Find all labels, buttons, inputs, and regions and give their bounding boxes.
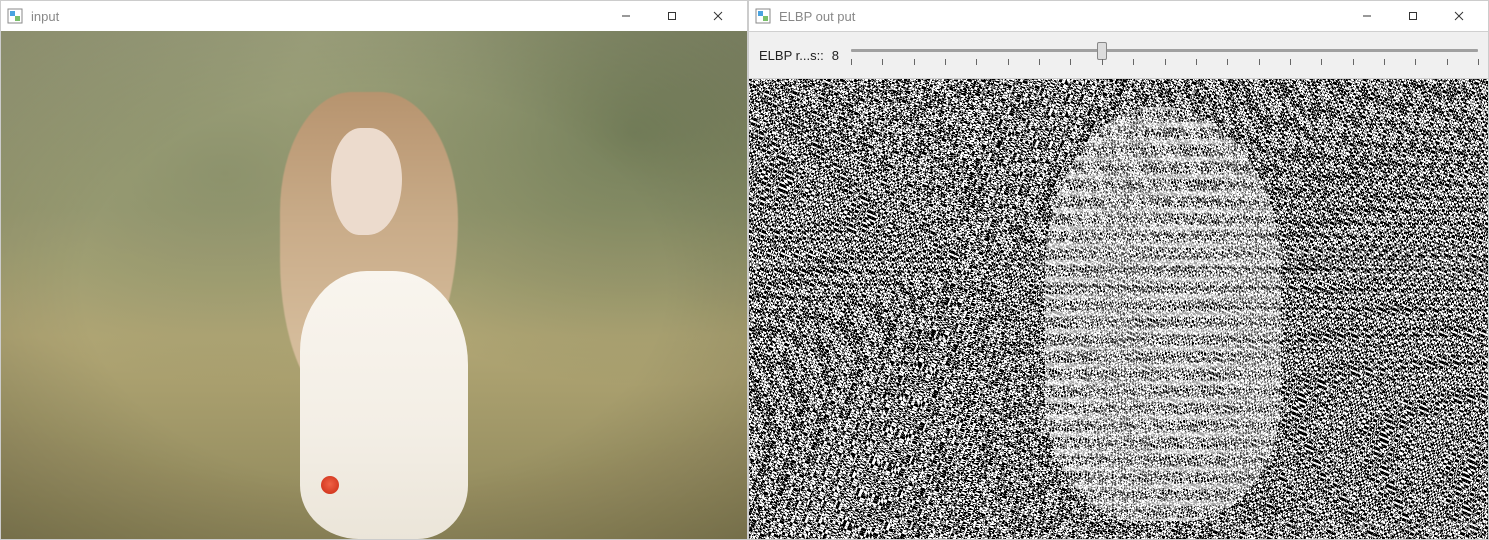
close-button[interactable] [695,1,741,31]
window-input: input [0,0,748,540]
output-image-viewport: https://blog.csdn.net/Cristiano2000 [749,79,1488,539]
window-title: ELBP out put [779,9,1344,24]
photo-dress [300,271,467,539]
trackbar-label: ELBP r...s:: [759,48,824,63]
input-image-viewport [1,31,747,539]
maximize-button[interactable] [1390,1,1436,31]
titlebar-input[interactable]: input [1,1,747,31]
elbp-output-image: https://blog.csdn.net/Cristiano2000 [749,79,1488,539]
trackbar-panel: ELBP r...s:: 8 [749,31,1488,79]
app-icon [755,8,771,24]
maximize-button[interactable] [649,1,695,31]
window-output: ELBP out put ELBP r...s:: 8 https:// [748,0,1489,540]
elbp-figure-outline [1045,107,1281,521]
titlebar-output[interactable]: ELBP out put [749,1,1488,31]
window-title: input [31,9,603,24]
slider-ticks [851,59,1478,69]
minimize-button[interactable] [603,1,649,31]
window-controls [603,1,741,31]
photo-face [331,128,402,235]
slider-thumb[interactable] [1097,42,1107,60]
trackbar-slider[interactable] [851,39,1478,71]
slider-track [851,49,1478,52]
input-photo [1,31,747,539]
photo-flower [321,476,339,494]
trackbar-value: 8 [832,48,839,63]
close-button[interactable] [1436,1,1482,31]
photo-subject [255,92,509,539]
app-icon [7,8,23,24]
minimize-button[interactable] [1344,1,1390,31]
window-controls [1344,1,1482,31]
